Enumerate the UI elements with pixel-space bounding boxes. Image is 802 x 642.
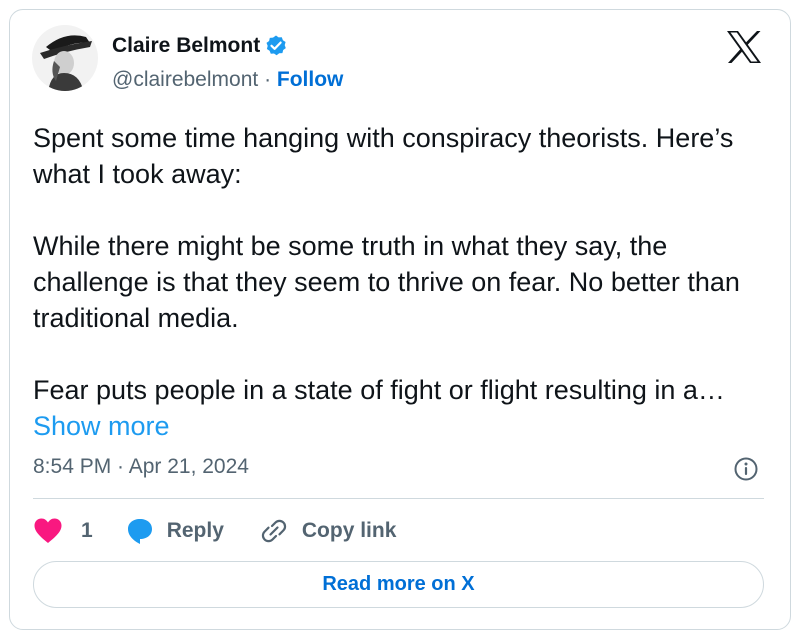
reply-label: Reply [166,519,224,542]
link-icon [261,519,287,543]
follow-button[interactable]: Follow [277,68,344,91]
x-logo-icon[interactable] [726,30,762,64]
handle-separator: · [264,68,272,91]
copy-link-button[interactable]: Copy link [260,517,397,545]
avatar[interactable] [30,23,100,93]
heart-icon [34,518,62,543]
like-button[interactable]: 1 [33,517,93,545]
action-bar: 1 Reply Copy link [33,513,396,549]
divider [33,498,764,499]
tweet-text: Spent some time hanging with conspiracy … [33,120,773,444]
show-more-link[interactable]: Show more [33,411,170,441]
read-more-button[interactable]: Read more on X [33,561,764,608]
reply-button[interactable]: Reply [125,516,224,546]
copy-link-label: Copy link [301,519,397,542]
author-name-row: Claire Belmont [112,34,288,58]
tweet-body: Spent some time hanging with conspiracy … [33,123,740,405]
verified-badge-icon [266,35,287,56]
author-name[interactable]: Claire Belmont [112,34,260,58]
info-icon[interactable] [733,456,759,482]
tweet-timestamp[interactable]: 8:54 PM · Apr 21, 2024 [33,455,249,479]
speech-bubble-icon [127,519,152,544]
like-count: 1 [81,519,93,542]
author-handle-row: @clairebelmont · Follow [112,68,343,92]
author-handle[interactable]: @clairebelmont [112,68,258,91]
